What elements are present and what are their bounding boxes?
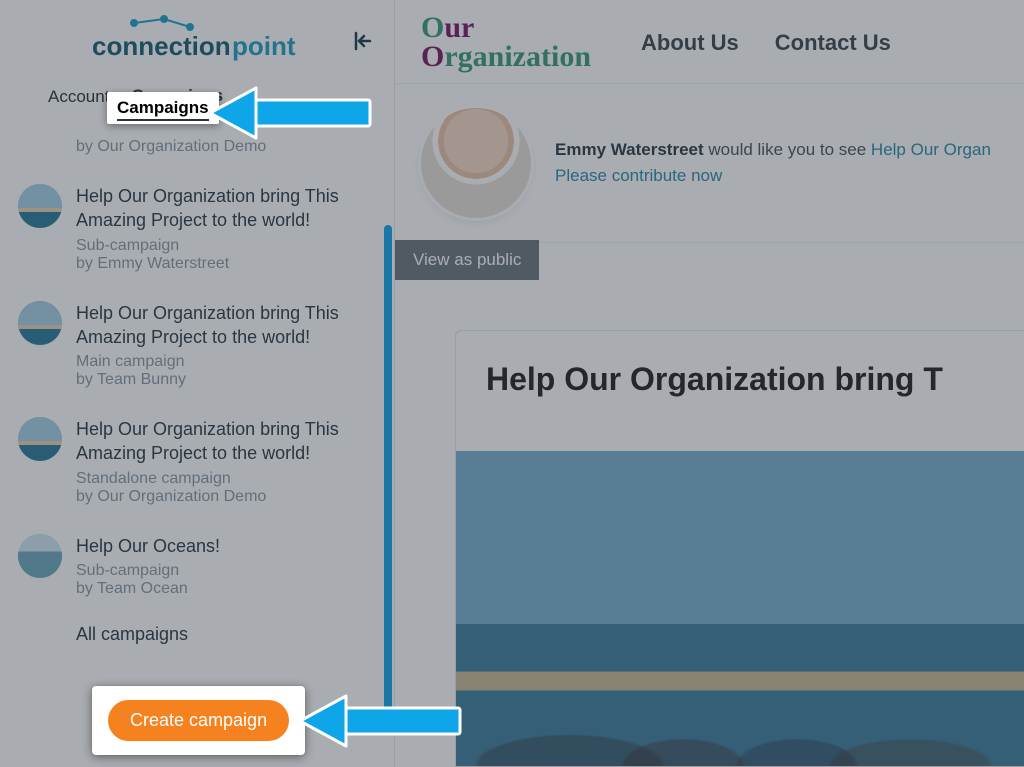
list-item-title: Help Our Oceans! [76,534,220,558]
list-item[interactable]: Help Our Organization bring This Amazing… [18,174,378,291]
tab-campaigns-highlight-label: Campaigns [117,98,209,121]
notice-name: Emmy Waterstreet [555,140,704,159]
all-campaigns-link[interactable]: All campaigns [18,624,378,645]
campaign-card: Help Our Organization bring T [455,330,1024,767]
view-as-public-button[interactable]: View as public [395,240,539,280]
brand-logo-icon: connection point [82,13,312,67]
org-logo: Our Organization [421,14,591,71]
campaign-thumb-icon [18,534,62,578]
collapse-icon [352,30,374,52]
nav-contact-us[interactable]: Contact Us [775,30,891,56]
svg-text:point: point [232,31,296,61]
svg-text:connection: connection [92,31,231,61]
create-campaign-highlight: Create campaign [92,686,305,755]
main-content: Our Organization About Us Contact Us Emm… [395,0,1024,767]
main-nav: About Us Contact Us [641,30,891,56]
list-item[interactable]: Help Our Organization bring This Amazing… [18,291,378,408]
list-item-title: Help Our Organization bring This Amazing… [76,417,372,466]
list-item[interactable]: by Our Organization Demo [18,138,378,174]
notice-campaign-link[interactable]: Help Our Organ [871,140,991,159]
list-item[interactable]: Help Our Organization bring This Amazing… [18,407,378,524]
campaign-thumb-icon [18,301,62,345]
list-item-by: by Emmy Waterstreet [76,255,372,273]
list-item-meta: Sub-campaign [76,237,372,255]
list-item-meta: Main campaign [76,353,372,371]
scrollbar-thumb[interactable] [384,225,392,735]
campaign-hero-image [456,451,1024,766]
list-item-by: by Team Ocean [76,580,220,598]
campaign-thumb-icon [18,417,62,461]
app-root: connection point Account Campaigns O by … [0,0,1024,767]
list-item[interactable]: Help Our Oceans! Sub-campaign by Team Oc… [18,524,378,616]
tab-campaigns-highlight[interactable]: Campaigns [107,92,219,124]
list-item-by: by Our Organization Demo [76,488,372,506]
campaign-title: Help Our Organization bring T [456,331,1024,416]
nav-about-us[interactable]: About Us [641,30,739,56]
brand: connection point [0,0,394,80]
create-campaign-button[interactable]: Create campaign [108,700,289,741]
list-item-meta: Standalone campaign [76,470,372,488]
notice-text: Emmy Waterstreet would like you to see H… [555,140,991,186]
notice-mid: would like you to see [704,140,871,159]
list-item-by: by Our Organization Demo [76,138,266,156]
top-bar: Our Organization About Us Contact Us [395,0,1024,83]
contribute-link[interactable]: Please contribute now [555,166,991,186]
list-item-title: Help Our Organization bring This Amazing… [76,184,372,233]
tab-account[interactable]: Account [48,81,109,113]
org-line2-rest: rganization [444,40,591,73]
campaign-list: by Our Organization Demo Help Our Organi… [0,126,394,726]
list-item-by: by Team Bunny [76,371,372,389]
sidebar-scrollbar[interactable] [384,150,392,740]
list-item-meta: Sub-campaign [76,562,220,580]
campaign-thumb-icon [18,184,62,228]
avatar [421,108,531,218]
collapse-sidebar-button[interactable] [350,28,376,54]
share-notice: Emmy Waterstreet would like you to see H… [395,83,1024,243]
list-item-title: Help Our Organization bring This Amazing… [76,301,372,350]
tab-org[interactable]: O [245,81,258,113]
